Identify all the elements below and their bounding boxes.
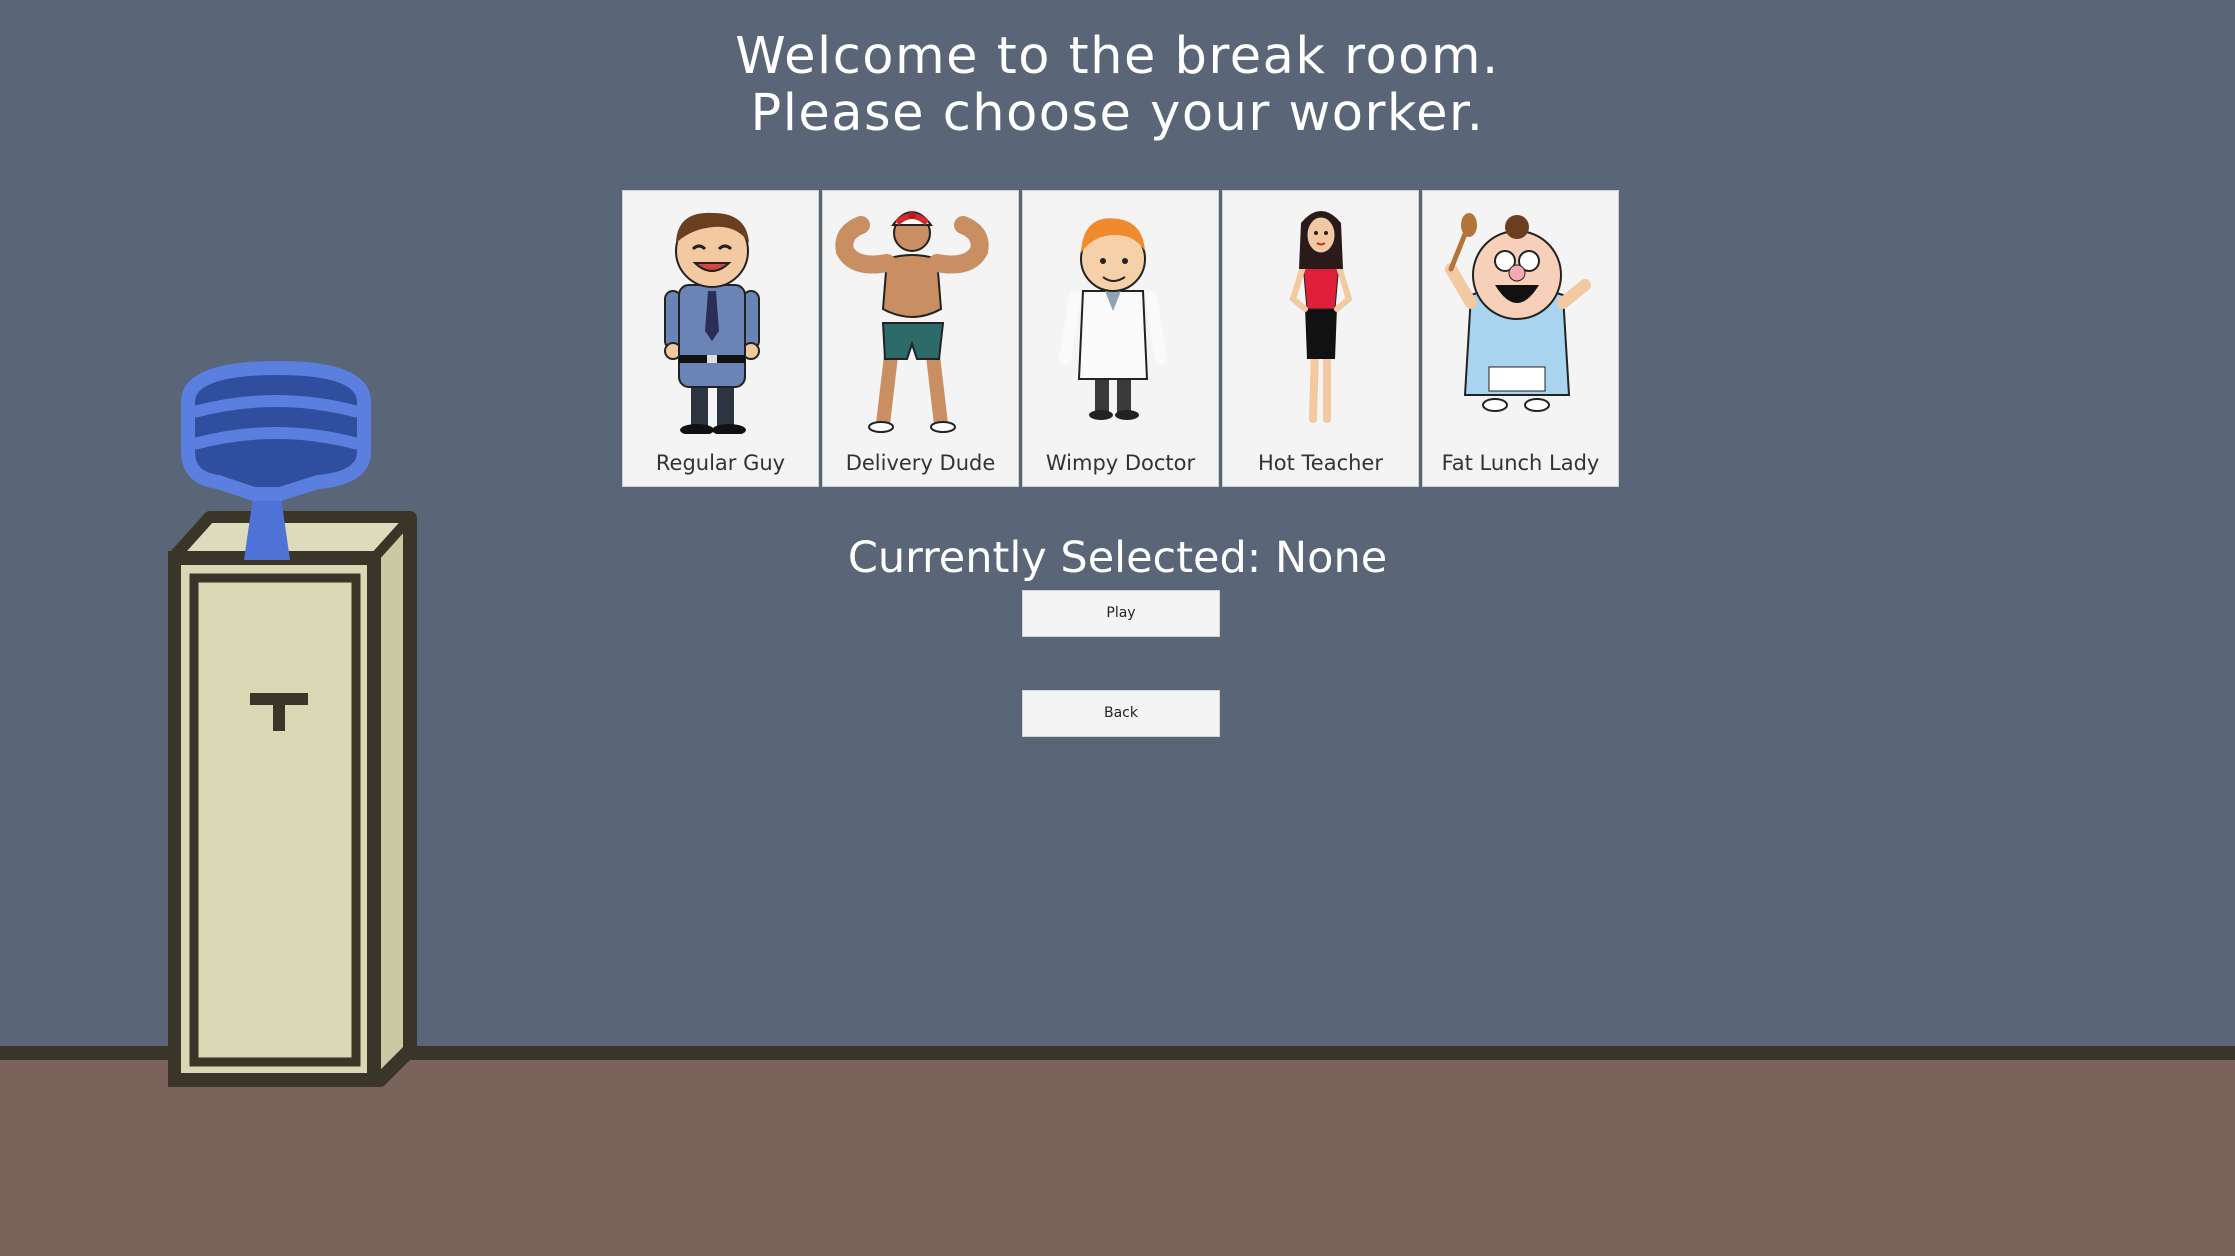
water-cooler-icon — [168, 360, 417, 1087]
play-button[interactable]: Play — [1022, 590, 1220, 637]
wimpy-doctor-portrait-icon — [1059, 218, 1167, 420]
worker-card-hot-teacher[interactable]: Hot Teacher — [1222, 190, 1419, 487]
worker-label: Delivery Dude — [845, 451, 996, 475]
title-line-1: Welcome to the break room. — [735, 27, 1500, 86]
worker-card-regular-guy[interactable]: Regular Guy — [622, 190, 819, 487]
page-title: Welcome to the break room. Please choose… — [0, 28, 2235, 142]
worker-label: Hot Teacher — [1257, 451, 1383, 475]
worker-label: Regular Guy — [655, 451, 786, 475]
worker-card-wimpy-doctor[interactable]: Wimpy Doctor — [1022, 190, 1219, 487]
worker-card-delivery-dude[interactable]: Delivery Dude — [822, 190, 1019, 487]
worker-label: Wimpy Doctor — [1045, 451, 1196, 475]
worker-card-list: Regular Guy Delivery Dude Wimpy Doctor H… — [622, 190, 1620, 487]
regular-guy-portrait-icon — [664, 212, 760, 434]
hot-teacher-portrait-icon — [1289, 211, 1353, 423]
worker-label: Fat Lunch Lady — [1441, 451, 1600, 475]
title-line-2: Please choose your worker. — [750, 84, 1485, 143]
back-button[interactable]: Back — [1022, 690, 1220, 737]
fat-lunch-lady-portrait-icon — [1445, 213, 1591, 412]
delivery-dude-portrait-icon — [835, 211, 989, 433]
worker-card-fat-lunch-lady[interactable]: Fat Lunch Lady — [1422, 190, 1619, 487]
